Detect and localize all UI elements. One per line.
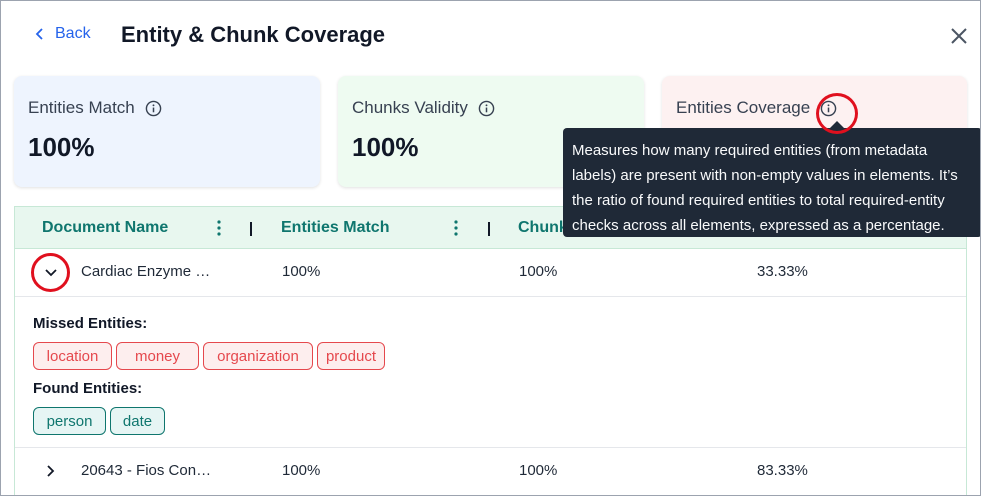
- column-header-entities-match[interactable]: Entities Match: [281, 219, 389, 237]
- missed-entity-chip: product: [317, 342, 385, 370]
- back-label: Back: [55, 25, 91, 42]
- info-icon[interactable]: [145, 100, 162, 117]
- chevron-right-icon[interactable]: [43, 463, 59, 479]
- missed-entity-chip: location: [33, 342, 112, 370]
- back-button[interactable]: Back: [35, 25, 91, 43]
- found-entity-chip: person: [33, 407, 106, 435]
- cell-document-name: Cardiac Enzyme …: [81, 263, 211, 280]
- tooltip-arrow: [830, 121, 844, 128]
- column-menu-icon[interactable]: [216, 219, 222, 237]
- found-entities-label: Found Entities:: [33, 380, 143, 397]
- column-resize-handle[interactable]: [250, 222, 252, 236]
- close-icon[interactable]: [948, 25, 970, 47]
- found-entity-chip: date: [110, 407, 165, 435]
- cell-coverage: 83.33%: [757, 462, 808, 479]
- cell-coverage: 33.33%: [757, 263, 808, 280]
- chevron-left-icon: [35, 28, 43, 40]
- info-icon[interactable]: [478, 100, 495, 117]
- table-row[interactable]: 20643 - Fios Con… 100% 100% 83.33%: [15, 448, 966, 495]
- card-label-text: Chunks Validity: [352, 98, 468, 117]
- chevron-down-icon[interactable]: [43, 265, 59, 281]
- card-entities-match: Entities Match 100%: [14, 76, 320, 187]
- info-icon[interactable]: [820, 100, 837, 117]
- missed-entities-label: Missed Entities:: [33, 315, 148, 332]
- column-resize-handle[interactable]: [488, 222, 490, 236]
- column-header-chunks[interactable]: Chunk: [518, 219, 568, 237]
- card-value: 100%: [28, 132, 95, 162]
- cell-document-name: 20643 - Fios Con…: [81, 462, 212, 479]
- missed-entity-chip: money: [116, 342, 199, 370]
- card-label: Chunks Validity: [352, 98, 495, 118]
- table-row[interactable]: Cardiac Enzyme … 100% 100% 33.33%: [15, 249, 966, 297]
- row-detail-panel: Missed Entities: location money organiza…: [15, 297, 966, 448]
- coverage-table: Document Name Entities Match Chunk Cardi…: [14, 206, 967, 495]
- card-label: Entities Match: [28, 98, 162, 118]
- missed-entity-chip: organization: [203, 342, 313, 370]
- cell-chunks: 100%: [519, 462, 558, 479]
- info-tooltip: Measures how many required entities (fro…: [563, 128, 980, 237]
- cell-entities-match: 100%: [282, 462, 321, 479]
- dialog: Back Entity & Chunk Coverage Entities Ma…: [0, 0, 981, 496]
- column-header-document-name[interactable]: Document Name: [42, 219, 168, 237]
- card-value: 100%: [352, 132, 419, 162]
- cell-entities-match: 100%: [282, 263, 321, 280]
- column-menu-icon[interactable]: [453, 219, 459, 237]
- cell-chunks: 100%: [519, 263, 558, 280]
- card-label-text: Entities Match: [28, 98, 135, 117]
- card-label: Entities Coverage: [676, 98, 837, 118]
- card-label-text: Entities Coverage: [676, 98, 811, 117]
- page-title: Entity & Chunk Coverage: [121, 22, 386, 47]
